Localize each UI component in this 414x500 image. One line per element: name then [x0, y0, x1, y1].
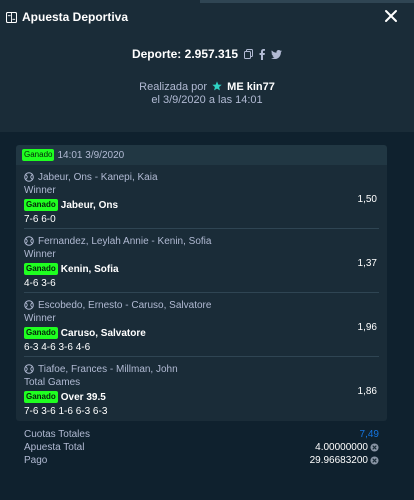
total-stake-label: Apuesta Total [24, 441, 85, 453]
placed-date: el 3/9/2020 a las 14:01 [151, 94, 263, 106]
placed-by-label: Realizada por [139, 81, 208, 93]
copy-icon[interactable] [244, 49, 254, 59]
leg-status-badge: Ganado [24, 391, 58, 403]
payout-label: Pago [24, 454, 48, 466]
total-stake-value-group: 4.00000000 [315, 442, 379, 453]
leg-status-badge: Ganado [24, 327, 58, 339]
leg-event[interactable]: Jabeur, Ons - Kanepi, Kaia [38, 172, 158, 183]
bet-leg: Jabeur, Ons - Kanepi, Kaia Winner Ganado… [24, 165, 379, 229]
bet-details-panel: Ganado 14:01 3/9/2020 Jabeur, Ons - Kane… [0, 132, 414, 500]
share-group [244, 48, 283, 60]
leg-status-badge: Ganado [24, 199, 58, 211]
leg-score: 7-6 3-6 1-6 6-3 6-3 [24, 406, 108, 417]
payout-row: Pago 29.96683200 [24, 454, 379, 466]
modal-title: Apuesta Deportiva [22, 10, 129, 24]
payout-value-group: 29.96683200 [310, 455, 379, 466]
leg-market: Winner [24, 249, 56, 260]
leg-odds: 1,50 [357, 194, 377, 205]
bet-leg: Tiafoe, Frances - Millman, John Total Ga… [24, 357, 379, 421]
leg-market: Winner [24, 185, 56, 196]
bet-datetime: 14:01 3/9/2020 [57, 149, 125, 161]
leg-market: Winner [24, 313, 56, 324]
ticket-icon [6, 11, 17, 23]
bet-leg: Escobedo, Ernesto - Caruso, Salvatore Wi… [24, 293, 379, 357]
leg-score: 4-6 3-6 [24, 278, 56, 289]
bet-modal: Apuesta Deportiva Deporte: 2.957.315 Rea… [0, 0, 414, 500]
facebook-icon[interactable] [259, 48, 266, 60]
currency-coin-icon [370, 455, 379, 465]
leg-pick: Caruso, Salvatore [60, 327, 146, 339]
leg-event[interactable]: Escobedo, Ernesto - Caruso, Salvatore [38, 300, 211, 311]
bet-header: Ganado 14:01 3/9/2020 [16, 145, 387, 165]
bet-summary: Deporte: 2.957.315 Realizada por ME kin7… [0, 42, 414, 107]
leg-odds: 1,86 [357, 386, 377, 397]
leg-odds: 1,96 [357, 322, 377, 333]
currency-coin-icon [370, 442, 379, 452]
bet-leg: Fernandez, Leylah Annie - Kenin, Sofia W… [24, 229, 379, 293]
total-odds-value: 7,49 [359, 428, 379, 440]
leg-score: 6-3 4-6 3-6 4-6 [24, 342, 91, 353]
payout-value: 29.96683200 [309, 454, 368, 466]
modal-header: Apuesta Deportiva [0, 0, 414, 34]
leg-event[interactable]: Fernandez, Leylah Annie - Kenin, Sofia [38, 236, 211, 247]
bet-legs: Jabeur, Ons - Kanepi, Kaia Winner Ganado… [16, 165, 387, 421]
twitter-icon[interactable] [271, 49, 283, 59]
tennis-icon [24, 236, 34, 246]
leg-event[interactable]: Tiafoe, Frances - Millman, John [38, 364, 178, 375]
status-badge: Ganado [22, 149, 55, 161]
total-stake-value: 4.00000000 [315, 441, 368, 453]
bet-totals: Cuotas Totales 7,49 Apuesta Total 4.0000… [16, 428, 387, 467]
user-link[interactable]: ME kin77 [227, 81, 275, 93]
leg-odds: 1,37 [357, 258, 377, 269]
tennis-icon [24, 172, 34, 182]
vip-star-icon [212, 81, 222, 91]
total-odds-row: Cuotas Totales 7,49 [24, 428, 379, 440]
tennis-icon [24, 300, 34, 310]
leg-pick: Kenin, Sofia [60, 263, 119, 275]
leg-score: 7-6 6-0 [24, 214, 56, 225]
leg-pick: Jabeur, Ons [60, 199, 119, 211]
deporte-line: Deporte: 2.957.315 [0, 42, 414, 66]
leg-status-badge: Ganado [24, 263, 58, 275]
leg-market: Total Games [24, 377, 81, 388]
close-icon[interactable] [384, 9, 398, 23]
total-odds-label: Cuotas Totales [24, 428, 90, 440]
total-stake-row: Apuesta Total 4.00000000 [24, 441, 379, 453]
deporte-id: Deporte: 2.957.315 [131, 47, 239, 61]
tennis-icon [24, 364, 34, 374]
leg-pick: Over 39.5 [60, 391, 106, 403]
placed-info: Realizada por ME kin77 el 3/9/2020 a las… [0, 81, 414, 107]
